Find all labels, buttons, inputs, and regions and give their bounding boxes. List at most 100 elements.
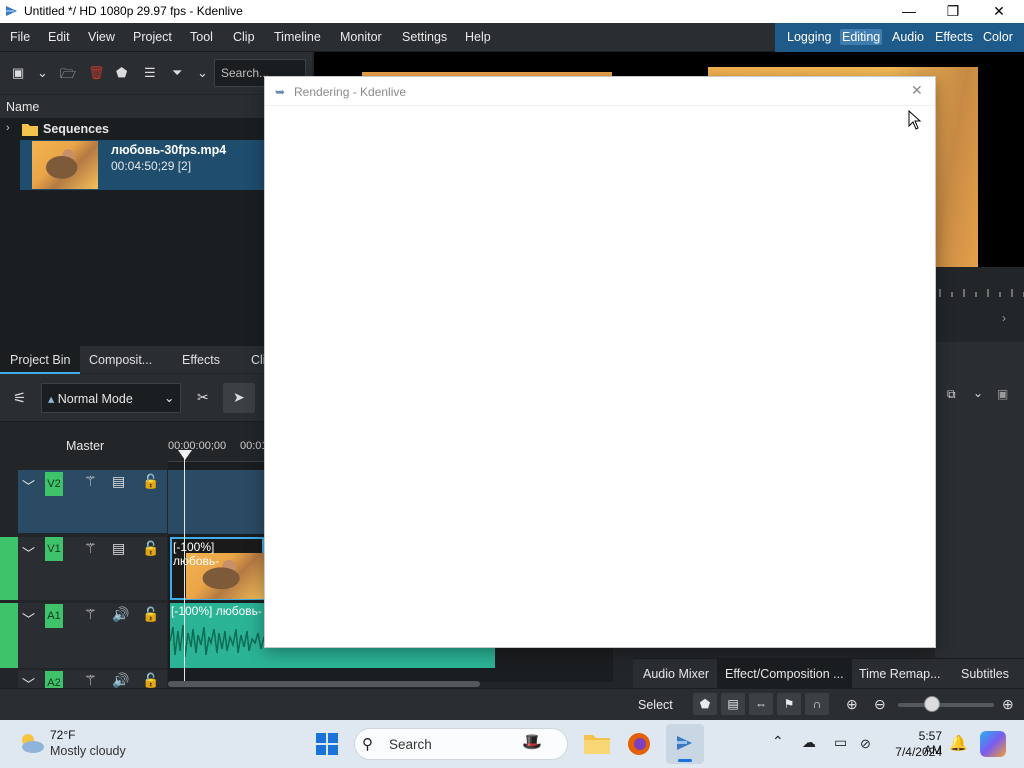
save-icon[interactable]: ▣: [997, 387, 1008, 401]
lock-icon[interactable]: 🔓: [142, 473, 159, 490]
file-explorer-icon[interactable]: [584, 732, 610, 754]
zoom-out-icon[interactable]: ⊖: [874, 696, 886, 713]
razor-tool-icon[interactable]: ✂: [197, 389, 209, 406]
open-folder-icon[interactable]: 🗁: [60, 65, 76, 87]
onedrive-cloud-icon[interactable]: ☁: [802, 734, 816, 751]
layout-editing[interactable]: Editing: [840, 29, 883, 45]
display-icon[interactable]: ▭: [834, 734, 847, 751]
film-icon[interactable]: ▤: [721, 693, 745, 715]
collapse-icon[interactable]: ﹀: [22, 543, 35, 562]
close-window-button[interactable]: ✕: [976, 0, 1022, 23]
menu-project[interactable]: Project: [133, 30, 172, 44]
layout-color[interactable]: Color: [983, 30, 1013, 44]
lock-icon[interactable]: 🔓: [142, 540, 159, 557]
add-clip-icon[interactable]: ▣: [12, 65, 24, 81]
chevron-down-icon[interactable]: ⌄: [973, 386, 983, 400]
windows-start-icon[interactable]: [316, 733, 338, 755]
zoom-in-icon[interactable]: ⊕: [1002, 696, 1014, 713]
select-tool-button[interactable]: ➤: [223, 383, 255, 413]
menu-help[interactable]: Help: [465, 30, 491, 44]
tab-effect-composition[interactable]: Effect/Composition ...: [717, 659, 852, 689]
speaker-icon[interactable]: 🔊: [112, 606, 129, 623]
track-header-v2[interactable]: ﹀ V2 ⚚ ▤ 🔓: [18, 470, 167, 533]
fit-zoom-icon[interactable]: ⇔: [749, 693, 773, 715]
tab-audio-mixer[interactable]: Audio Mixer: [635, 659, 717, 689]
timeline-horizontal-scrollbar[interactable]: [168, 681, 480, 687]
master-label[interactable]: Master: [66, 439, 104, 453]
maximize-button[interactable]: ❐: [930, 0, 976, 23]
dialog-close-button[interactable]: ✕: [911, 82, 923, 99]
collapse-icon[interactable]: ﹀: [22, 674, 35, 688]
zoom-slider[interactable]: [898, 703, 994, 707]
menu-tool[interactable]: Tool: [190, 30, 213, 44]
chevron-down-icon[interactable]: ⌄: [197, 65, 208, 81]
collapse-icon[interactable]: ﹀: [22, 609, 35, 628]
weather-description[interactable]: Mostly cloudy: [50, 744, 126, 758]
timeline-mode-select[interactable]: ▴ Normal Mode ⌄: [41, 383, 181, 413]
track-header-a2[interactable]: ﹀ A2 ⚚ 🔊 🔓: [18, 670, 167, 688]
chevron-right-icon[interactable]: ›: [6, 122, 10, 134]
track-header-a1[interactable]: ﹀ A1 ⚚ 🔊 🔓: [18, 603, 167, 668]
film-icon[interactable]: ▤: [112, 473, 125, 490]
list-view-icon[interactable]: ☰: [144, 65, 156, 81]
monitor-ruler[interactable]: ›: [935, 267, 1024, 342]
tab-effects[interactable]: Effects: [172, 346, 230, 374]
lock-icon[interactable]: 🔓: [142, 672, 159, 688]
notification-bell-icon[interactable]: 🔔: [949, 734, 968, 752]
zoom-slider-handle[interactable]: [924, 696, 940, 712]
filter-icon[interactable]: ⏷: [172, 65, 182, 81]
track-lane-v2[interactable]: [168, 470, 264, 534]
track-active-strip: [0, 537, 18, 600]
track-tag-v2: V2: [45, 472, 63, 496]
arrow-cursor-icon: ➤: [233, 389, 245, 405]
folder-row[interactable]: › Sequences: [0, 120, 264, 140]
tab-project-bin[interactable]: Project Bin: [0, 346, 81, 374]
zoom-fit-icon[interactable]: ⊕: [846, 696, 858, 713]
menu-monitor[interactable]: Monitor: [340, 30, 382, 44]
playhead[interactable]: [184, 450, 185, 682]
weather-temperature[interactable]: 72°F: [50, 728, 75, 742]
layout-audio[interactable]: Audio: [892, 30, 924, 44]
compare-icon[interactable]: ⧉: [947, 387, 956, 402]
minimize-button[interactable]: —: [886, 0, 932, 23]
effect-wand-icon[interactable]: ⚚: [84, 606, 97, 623]
menu-file[interactable]: File: [10, 30, 30, 44]
tag-icon[interactable]: ⬟: [693, 693, 717, 715]
firefox-icon[interactable]: [627, 732, 651, 756]
film-icon[interactable]: ▤: [112, 540, 125, 557]
effect-wand-icon[interactable]: ⚚: [84, 540, 97, 557]
effect-wand-icon[interactable]: ⚚: [84, 473, 97, 490]
kdenlive-taskbar-button[interactable]: [666, 724, 704, 764]
menu-clip[interactable]: Clip: [233, 30, 255, 44]
bin-clip-item[interactable]: любовь-30fps.mp4 00:04:50;29 [2]: [20, 140, 264, 190]
delete-icon[interactable]: 🗑: [88, 65, 105, 81]
network-icon[interactable]: ⊘: [860, 736, 871, 752]
copilot-icon[interactable]: [980, 731, 1006, 757]
collapse-icon[interactable]: ﹀: [22, 476, 35, 495]
effect-wand-icon[interactable]: ⚚: [84, 672, 97, 688]
clock-date[interactable]: 7/4/2024: [890, 745, 942, 759]
chevron-right-icon[interactable]: ›: [1002, 311, 1006, 325]
layout-effects[interactable]: Effects: [935, 30, 973, 44]
track-header-v1[interactable]: ﹀ V1 ⚚ ▤ 🔓: [18, 537, 167, 600]
layout-logging[interactable]: Logging: [787, 30, 832, 44]
menu-timeline[interactable]: Timeline: [274, 30, 321, 44]
chevron-down-icon[interactable]: ⌄: [37, 65, 48, 81]
track-settings-icon[interactable]: ⚟: [13, 389, 26, 407]
playhead-marker-icon[interactable]: [178, 450, 192, 460]
weather-cloud-icon[interactable]: [16, 730, 46, 756]
name-column-header[interactable]: Name: [6, 100, 39, 114]
tab-compositions[interactable]: Composit...: [79, 346, 162, 374]
snap-magnet-icon[interactable]: ∩: [805, 693, 829, 715]
menu-settings[interactable]: Settings: [402, 30, 447, 44]
status-tool-label: Select: [638, 698, 673, 712]
menu-view[interactable]: View: [88, 30, 115, 44]
lock-icon[interactable]: 🔓: [142, 606, 159, 623]
tab-subtitles[interactable]: Subtitles: [953, 659, 1017, 689]
tag-icon[interactable]: ⬟: [116, 65, 127, 81]
chevron-up-icon[interactable]: ⌃: [772, 733, 784, 750]
speaker-icon[interactable]: 🔊: [112, 672, 129, 688]
marker-flag-icon[interactable]: ⚑: [777, 693, 801, 715]
tab-time-remap[interactable]: Time Remap...: [851, 659, 949, 689]
menu-edit[interactable]: Edit: [48, 30, 70, 44]
